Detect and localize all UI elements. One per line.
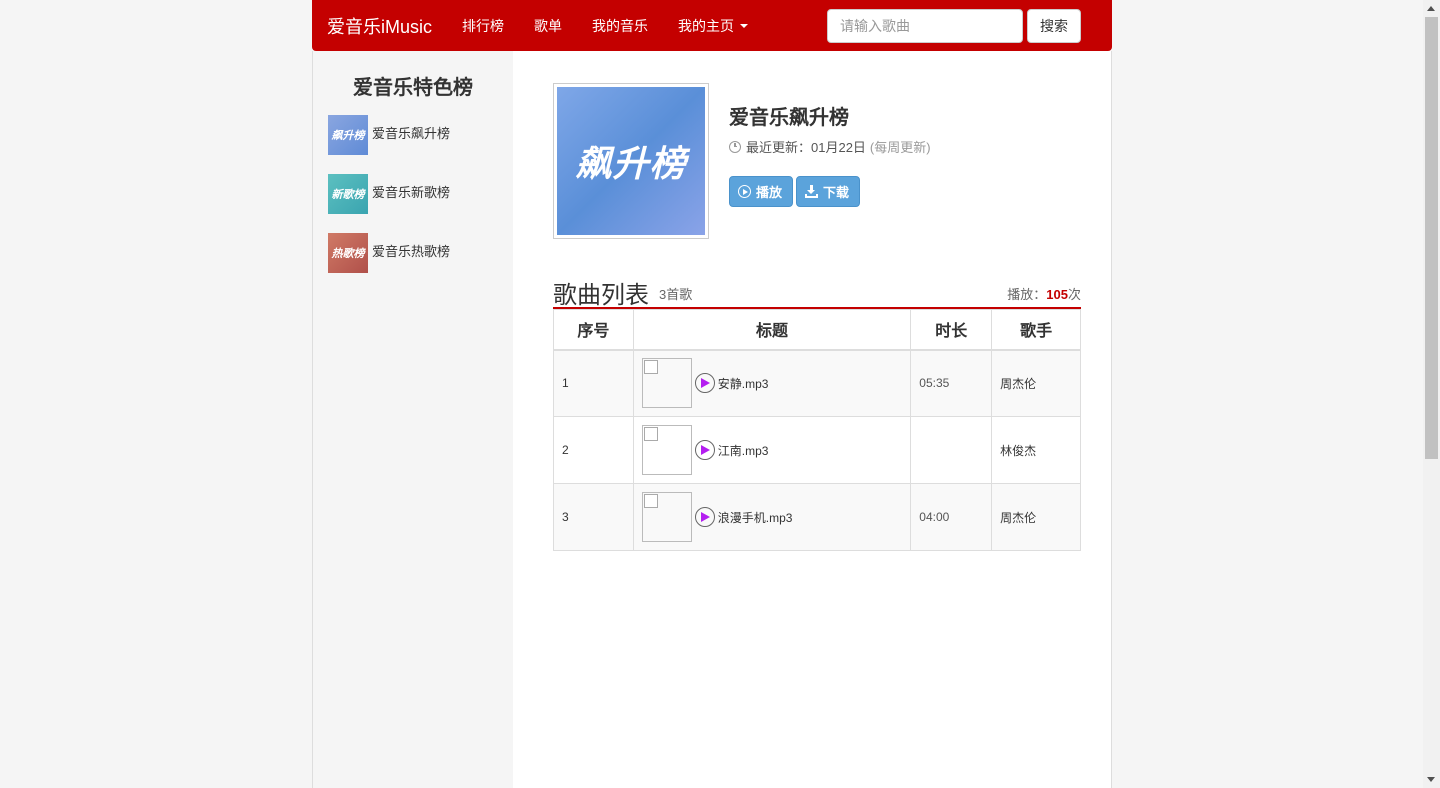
- column-header-duration: 时长: [910, 309, 993, 351]
- song-duration: [910, 416, 993, 484]
- song-artist: 周杰伦: [991, 483, 1081, 551]
- sidebar-title: 爱音乐特色榜: [353, 77, 473, 99]
- update-frequency: (每周更新): [869, 140, 931, 155]
- play-count-value: 105: [1046, 287, 1068, 302]
- song-cover-image: [641, 425, 692, 475]
- table-row: 3 浪漫手机.mp3 04:00 周杰伦: [553, 483, 1081, 551]
- song-title-cell: 江南.mp3: [632, 416, 912, 484]
- play-song-icon[interactable]: [694, 507, 715, 527]
- search-button[interactable]: 搜索: [1027, 9, 1081, 43]
- column-header-index: 序号: [553, 309, 634, 351]
- download-icon: [805, 185, 818, 198]
- nav-link-my-music[interactable]: 我的音乐: [577, 16, 663, 36]
- column-header-artist: 歌手: [991, 309, 1081, 351]
- play-count-suffix: 次: [1067, 287, 1081, 302]
- play-count-label: 播放：: [1007, 287, 1047, 302]
- update-info: 最近更新：01月22日 (每周更新): [729, 137, 931, 156]
- song-artist: 林俊杰: [991, 416, 1081, 484]
- song-title[interactable]: 江南.mp3: [718, 442, 769, 459]
- chart-cover-image: 飙升榜: [557, 87, 705, 235]
- song-list-header: 歌曲列表 3首歌 播放：105次: [553, 273, 1081, 309]
- play-song-icon[interactable]: [694, 440, 715, 460]
- table-row: 1 安静.mp3 05:35 周杰伦: [553, 349, 1081, 417]
- song-index: 2: [553, 416, 634, 484]
- update-date: 最近更新：01月22日: [746, 140, 866, 155]
- vertical-scrollbar[interactable]: [1423, 0, 1440, 788]
- broken-image-icon: [643, 494, 658, 508]
- nav-dropdown-my-home[interactable]: 我的主页: [663, 16, 763, 36]
- chart-thumbnail: 热歌榜: [328, 233, 368, 273]
- nav-link-playlists[interactable]: 歌单: [519, 16, 577, 36]
- song-title[interactable]: 浪漫手机.mp3: [718, 509, 793, 526]
- song-duration: 05:35: [910, 349, 993, 417]
- play-button-label: 播放: [756, 185, 783, 200]
- chart-cover: 飙升榜: [553, 83, 709, 239]
- clock-icon: [729, 140, 741, 153]
- sidebar-item-hot[interactable]: 热歌榜 爱音乐热歌榜: [328, 233, 508, 273]
- sidebar-item-rising[interactable]: 飙升榜 爱音乐飙升榜: [328, 115, 508, 155]
- song-artist: 周杰伦: [991, 349, 1081, 417]
- download-button-label: 下载: [823, 185, 850, 200]
- chart-thumbnail: 新歌榜: [328, 174, 368, 214]
- download-button[interactable]: 下载: [796, 176, 860, 207]
- nav-dropdown-label: 我的主页: [678, 17, 735, 34]
- play-song-icon[interactable]: [694, 373, 715, 394]
- sidebar-item-new[interactable]: 新歌榜 爱音乐新歌榜: [328, 174, 508, 214]
- song-table: 序号 标题 时长 歌手 1 安静.mp3 05:35 周杰伦 2 江南.mp3 …: [553, 309, 1081, 551]
- top-navbar: 爱音乐iMusic 排行榜 歌单 我的音乐 我的主页 搜索: [312, 0, 1112, 51]
- sidebar-item-label: 爱音乐新歌榜: [372, 185, 451, 200]
- song-index: 1: [553, 349, 634, 417]
- song-list-title: 歌曲列表: [553, 282, 649, 309]
- scroll-up-arrow-icon[interactable]: [1427, 6, 1435, 11]
- sidebar-item-label: 爱音乐飙升榜: [372, 126, 451, 141]
- chart-thumbnail: 飙升榜: [328, 115, 368, 155]
- broken-image-icon: [643, 360, 658, 375]
- play-circle-icon: [738, 185, 751, 198]
- song-count: 3首歌: [659, 287, 693, 302]
- play-all-button[interactable]: 播放: [729, 176, 793, 207]
- nav-link-charts[interactable]: 排行榜: [447, 16, 519, 36]
- play-count: 播放：105次: [1007, 284, 1081, 303]
- sidebar: 爱音乐特色榜 飙升榜 爱音乐飙升榜 新歌榜 爱音乐新歌榜 热歌榜 爱音乐热歌榜: [313, 51, 513, 788]
- song-cover-image: [641, 492, 692, 542]
- page-container: 爱音乐特色榜 飙升榜 爱音乐飙升榜 新歌榜 爱音乐新歌榜 热歌榜 爱音乐热歌榜 …: [312, 51, 1112, 788]
- song-cover-image: [641, 358, 692, 409]
- song-index: 3: [553, 483, 634, 551]
- song-duration: 04:00: [910, 483, 993, 551]
- chart-title: 爱音乐飙升榜: [729, 107, 849, 129]
- brand-logo[interactable]: 爱音乐iMusic: [327, 13, 432, 39]
- broken-image-icon: [643, 427, 658, 441]
- scrollbar-thumb[interactable]: [1425, 17, 1438, 459]
- caret-down-icon: [740, 23, 749, 28]
- search-input[interactable]: [827, 9, 1023, 43]
- song-title-cell: 浪漫手机.mp3: [632, 483, 912, 551]
- column-header-title: 标题: [632, 309, 912, 351]
- song-title[interactable]: 安静.mp3: [718, 375, 769, 392]
- sidebar-item-label: 爱音乐热歌榜: [372, 244, 451, 259]
- scroll-down-arrow-icon[interactable]: [1427, 777, 1435, 782]
- song-title-cell: 安静.mp3: [632, 349, 912, 417]
- table-header-row: 序号 标题 时长 歌手: [553, 309, 1081, 351]
- table-row: 2 江南.mp3 林俊杰: [553, 416, 1081, 484]
